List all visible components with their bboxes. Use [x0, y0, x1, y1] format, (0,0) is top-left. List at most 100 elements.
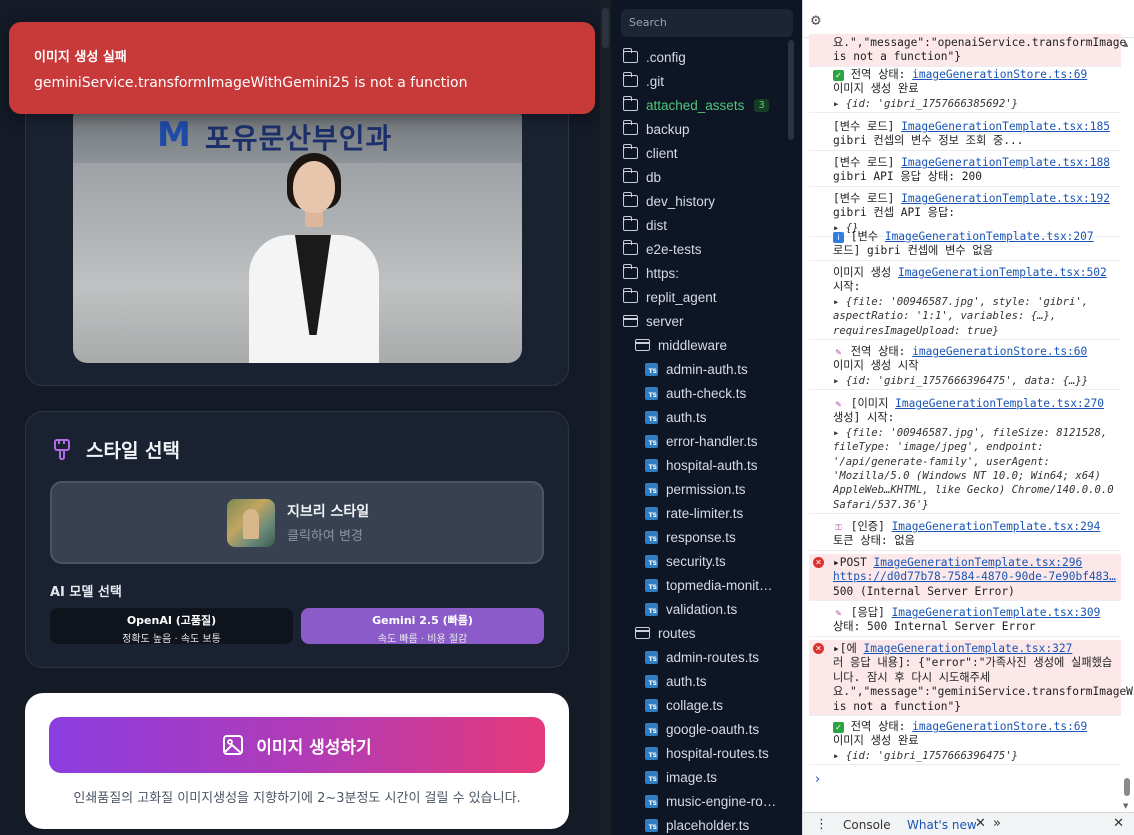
error-toast[interactable]: 이미지 생성 실패 geminiService.transformImageWi…: [9, 22, 595, 114]
folder-item[interactable]: client: [622, 141, 678, 165]
folder-item[interactable]: attached_assets 3: [622, 93, 769, 117]
folder-item[interactable]: middleware: [635, 333, 727, 357]
file-item[interactable]: TS admin-auth.ts: [645, 357, 748, 381]
file-item[interactable]: TS security.ts: [645, 549, 726, 573]
file-item[interactable]: TS music-engine-ro…: [645, 789, 776, 813]
error-icon: ✕: [813, 643, 824, 654]
file-item[interactable]: TS topmedia-monit…: [645, 573, 773, 597]
tab-whats-new[interactable]: What's new: [907, 818, 977, 832]
folder-item[interactable]: db: [622, 165, 661, 189]
source-link[interactable]: ImageGenerationTemplate.tsx:327: [864, 642, 1073, 655]
source-link[interactable]: ImageGenerationTemplate.tsx:502: [898, 266, 1107, 279]
console-message[interactable]: 요.","message":"openaiService.transformIm…: [809, 34, 1126, 67]
style-picker-button[interactable]: 지브리 스타일 클릭하여 변경: [50, 481, 544, 564]
console-scrollbar[interactable]: ▲ ▼: [1123, 40, 1131, 810]
file-item[interactable]: TS collage.ts: [645, 693, 723, 717]
console-message-text: [응답]: [850, 606, 885, 619]
folder-item[interactable]: e2e-tests: [622, 237, 702, 261]
console-object-preview[interactable]: ▸ {file: '00946587.jpg', style: 'gibri',…: [833, 296, 1088, 337]
source-link[interactable]: ImageGenerationTemplate.tsx:309: [892, 606, 1101, 619]
typescript-file-icon: TS: [645, 794, 658, 808]
folder-item[interactable]: replit_agent: [622, 285, 717, 309]
console-message[interactable]: [변수 로드] ImageGenerationTemplate.tsx:188 g…: [809, 154, 1121, 187]
close-tab-icon[interactable]: ✕: [975, 816, 986, 831]
source-link[interactable]: ImageGenerationTemplate.tsx:294: [892, 520, 1101, 533]
model-option-openai[interactable]: OpenAI (고품질) 정확도 높음 · 속도 보통: [50, 608, 293, 645]
console-message-detail: 러 응답 내용]: {"error":"가족사진 생성에 실패했습니다. 잠시 …: [833, 656, 1134, 713]
console-message[interactable]: ⚿ [인증] ImageGenerationTemplate.tsx:294 토큰…: [809, 518, 1121, 551]
console-message[interactable]: ✓ 전역 상태: imageGenerationStore.ts:69 이미지 생…: [809, 718, 1121, 766]
file-item[interactable]: TS image.ts: [645, 765, 717, 789]
folder-item[interactable]: dev_history: [622, 189, 715, 213]
folder-item[interactable]: server: [623, 309, 684, 333]
file-item[interactable]: TS rate-limiter.ts: [645, 501, 743, 525]
source-link[interactable]: ImageGenerationTemplate.tsx:188: [901, 156, 1110, 169]
file-item[interactable]: TS hospital-routes.ts: [645, 741, 769, 765]
file-item[interactable]: TS auth.ts: [645, 405, 707, 429]
tree-item-label: google-oauth.ts: [666, 721, 760, 737]
gear-icon[interactable]: ⚙: [811, 12, 829, 30]
source-link[interactable]: ImageGenerationTemplate.tsx:207: [885, 230, 1094, 243]
source-link[interactable]: ImageGenerationTemplate.tsx:185: [901, 120, 1110, 133]
console-object-preview[interactable]: ▸ {id: 'gibri_1757666385692'}: [833, 98, 1018, 110]
ghibli-style-thumbnail: [227, 499, 275, 547]
explorer-search-input[interactable]: Search: [621, 9, 793, 37]
kebab-menu-icon[interactable]: ⋮: [815, 817, 828, 832]
toast-title: 이미지 생성 실패: [34, 50, 127, 65]
request-url-link[interactable]: https://d0d77b78-7584-4870-90de-7e90bf48…: [833, 570, 1116, 583]
file-item[interactable]: TS admin-routes.ts: [645, 645, 759, 669]
file-item[interactable]: TS validation.ts: [645, 597, 737, 621]
more-tabs-icon[interactable]: »: [993, 816, 1001, 831]
folder-item[interactable]: https:: [622, 261, 679, 285]
folder-item[interactable]: .config: [622, 45, 686, 69]
file-item[interactable]: TS auth-check.ts: [645, 381, 746, 405]
tree-item-label: topmedia-monit…: [666, 577, 773, 593]
source-link[interactable]: imageGenerationStore.ts:60: [912, 345, 1087, 358]
explorer-scrollbar[interactable]: [788, 40, 794, 140]
close-drawer-icon[interactable]: ✕: [1113, 816, 1124, 831]
console-message[interactable]: ✕ ▸POST ImageGenerationTemplate.tsx:296 ht…: [809, 554, 1121, 602]
console-object-preview[interactable]: ▸ {id: 'gibri_1757666396475'}: [833, 750, 1018, 762]
console-prompt[interactable]: ›: [815, 772, 820, 787]
file-item[interactable]: TS auth.ts: [645, 669, 707, 693]
console-message[interactable]: i [변수 ImageGenerationTemplate.tsx:207 로드]…: [809, 228, 1121, 261]
console-message[interactable]: ✕ ▸[에 ImageGenerationTemplate.tsx:327 러 응답…: [809, 640, 1134, 717]
tree-item-label: placeholder.ts: [666, 817, 750, 833]
generate-image-button[interactable]: 이미지 생성하기: [49, 717, 545, 773]
file-item[interactable]: TS response.ts: [645, 525, 736, 549]
console-message[interactable]: [변수 로드] ImageGenerationTemplate.tsx:185 g…: [809, 118, 1121, 151]
console-message[interactable]: ✓ 전역 상태: imageGenerationStore.ts:69 이미지 생…: [809, 66, 1121, 114]
console-drawer: ⋮ Console What's new ✕ » ✕: [803, 812, 1134, 835]
file-item[interactable]: TS google-oauth.ts: [645, 717, 759, 741]
source-link[interactable]: imageGenerationStore.ts:69: [912, 720, 1087, 733]
console-object-preview[interactable]: ▸ {file: '00946587.jpg', fileSize: 81215…: [833, 427, 1114, 511]
source-link[interactable]: ImageGenerationTemplate.tsx:296: [873, 556, 1082, 569]
source-link[interactable]: ImageGenerationTemplate.tsx:192: [901, 192, 1110, 205]
console-object-preview[interactable]: ▸ {id: 'gibri_1757666396475', data: {…}}: [833, 375, 1088, 387]
file-item[interactable]: TS permission.ts: [645, 477, 746, 501]
tree-item-label: music-engine-ro…: [666, 793, 777, 809]
source-link[interactable]: ImageGenerationTemplate.tsx:270: [895, 397, 1104, 410]
console-message-detail: gibri API 응답 상태: 200: [833, 170, 982, 184]
console-message[interactable]: ✎ [이미지 ImageGenerationTemplate.tsx:270 생성…: [809, 395, 1121, 515]
file-item[interactable]: TS error-handler.ts: [645, 429, 758, 453]
tree-item-label: collage.ts: [666, 697, 724, 713]
folder-item[interactable]: backup: [622, 117, 690, 141]
file-item[interactable]: TS placeholder.ts: [645, 813, 749, 835]
console-scroll-thumb[interactable]: [1124, 778, 1130, 796]
tree-item-label: admin-routes.ts: [666, 649, 760, 665]
scroll-up-icon[interactable]: ▲: [1123, 40, 1128, 48]
source-link[interactable]: imageGenerationStore.ts:69: [912, 68, 1087, 81]
console-message[interactable]: ✎ [응답] ImageGenerationTemplate.tsx:309 상태…: [809, 604, 1121, 637]
console-message[interactable]: ✎ 전역 상태: imageGenerationStore.ts:60 이미지 생…: [809, 343, 1121, 391]
folder-item[interactable]: routes: [635, 621, 696, 645]
console-message[interactable]: 이미지 생성 ImageGenerationTemplate.tsx:502 시작…: [809, 264, 1121, 341]
file-item[interactable]: TS hospital-auth.ts: [645, 453, 758, 477]
model-option-gemini[interactable]: Gemini 2.5 (빠름) 속도 빠름 · 비용 절감: [301, 608, 544, 645]
tab-console[interactable]: Console: [843, 818, 891, 832]
pane-scrollbar[interactable]: [600, 0, 611, 835]
scroll-down-icon[interactable]: ▼: [1123, 802, 1128, 810]
folder-item[interactable]: .git: [622, 69, 664, 93]
folder-item[interactable]: dist: [622, 213, 667, 237]
model-gemini-desc: 속도 빠름 · 비용 절감: [377, 634, 468, 645]
